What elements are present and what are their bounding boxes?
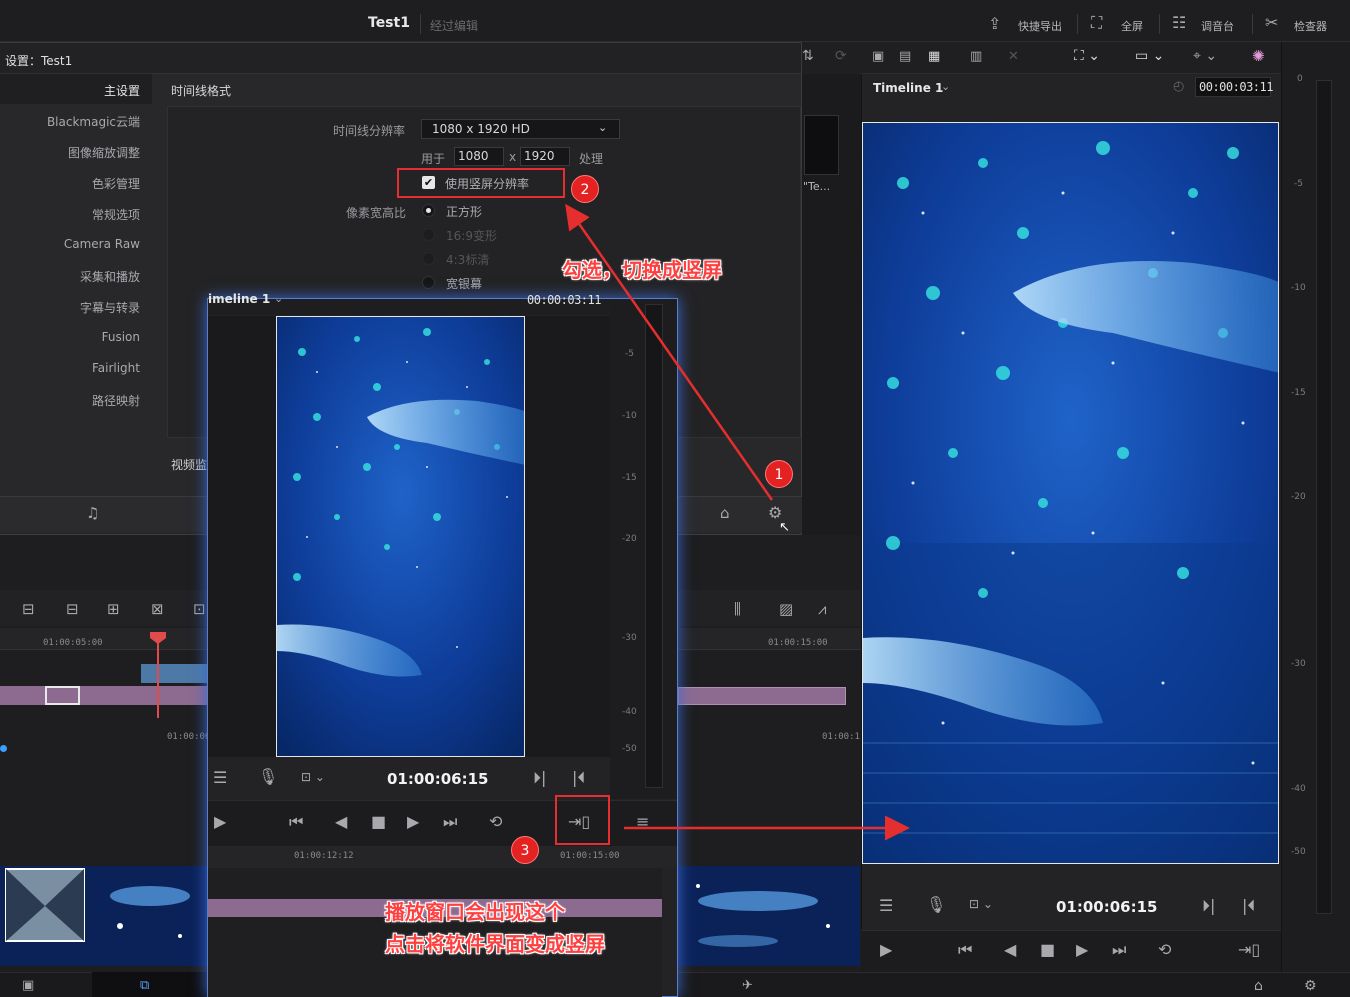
annotation-note-vertical: 勾选，切换成竖屏 <box>562 258 722 282</box>
step-badge-2: 2 <box>571 175 599 203</box>
annotation-arrows <box>565 203 910 841</box>
annotation-note-line2: 点击将软件界面变成竖屏 <box>385 932 605 956</box>
highlight-vertical-button <box>555 795 610 845</box>
highlight-vertical-checkbox <box>397 168 565 198</box>
annotation-note-line1: 播放窗口会出现这个 <box>385 900 565 924</box>
step-badge-1: 1 <box>765 460 793 488</box>
step-badge-3: 3 <box>511 836 539 864</box>
